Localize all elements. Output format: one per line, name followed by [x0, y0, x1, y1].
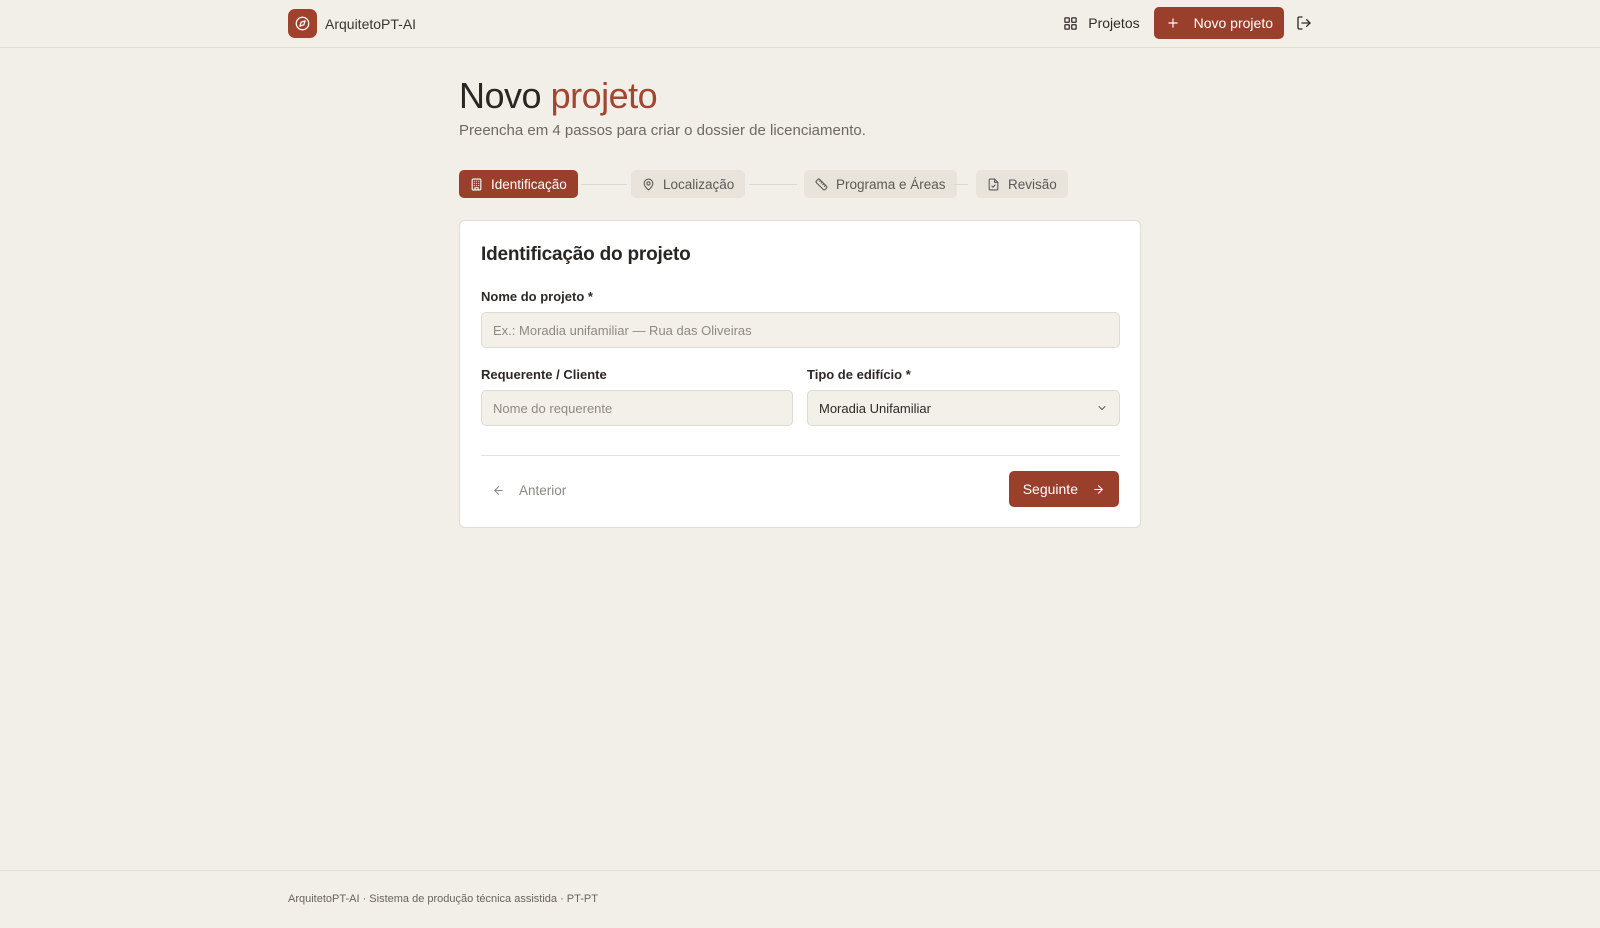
compass-icon [288, 9, 317, 38]
stepper: Identificação Localização Programa e Áre… [459, 170, 1141, 198]
step-connector [581, 184, 627, 185]
project-name-input[interactable]: Ex.: Moradia unifamiliar — Rua das Olive… [481, 312, 1120, 348]
building-type-label: Tipo de edifício * [807, 367, 911, 382]
step-localizacao[interactable]: Localização [631, 170, 746, 198]
new-project-button[interactable]: Novo projeto [1153, 7, 1284, 39]
header-actions: Projetos Novo projeto [1063, 7, 1312, 39]
nav-projects-label: Projetos [1088, 15, 1140, 31]
step-programa-areas[interactable]: Programa e Áreas [804, 170, 957, 198]
building-type-select[interactable]: Moradia Unifamiliar [807, 390, 1120, 426]
new-project-label: Novo projeto [1193, 15, 1273, 31]
ruler-icon [815, 178, 828, 191]
client-placeholder: Nome do requerente [493, 400, 613, 416]
arrow-left-icon [492, 484, 505, 497]
file-check-icon [987, 178, 1000, 191]
footer-text: ArquitetoPT-AI · Sistema de produção téc… [288, 893, 598, 905]
nav-projects-link[interactable]: Projetos [1063, 15, 1140, 31]
step-identificacao[interactable]: Identificação [459, 170, 578, 198]
building-type-value: Moradia Unifamiliar [819, 400, 931, 416]
page-title-accent: projeto [550, 75, 658, 116]
page-subtitle: Preencha em 4 passos para criar o dossie… [459, 122, 866, 139]
step-label: Programa e Áreas [836, 176, 946, 192]
form-card: Identificação do projeto Nome do projeto… [459, 220, 1141, 528]
project-name-label: Nome do projeto * [481, 289, 593, 304]
arrow-right-icon [1092, 483, 1105, 496]
next-button[interactable]: Seguinte [1008, 471, 1119, 507]
step-label: Localização [663, 176, 735, 192]
client-label: Requerente / Cliente [481, 367, 607, 382]
step-connector [749, 184, 797, 185]
step-label: Revisão [1008, 176, 1057, 192]
step-revisao[interactable]: Revisão [976, 170, 1068, 198]
brand-name: ArquitetoPT-AI [325, 15, 417, 32]
chevron-down-icon [1096, 402, 1108, 414]
section-title: Identificação do projeto [481, 244, 691, 265]
footer: ArquitetoPT-AI · Sistema de produção téc… [0, 870, 1600, 928]
page-title-main: Novo [459, 75, 542, 116]
brand[interactable]: ArquitetoPT-AI [288, 9, 416, 38]
building-icon [470, 178, 483, 191]
previous-button[interactable]: Anterior [492, 473, 566, 507]
project-name-placeholder: Ex.: Moradia unifamiliar — Rua das Olive… [493, 322, 752, 338]
next-label: Seguinte [1022, 481, 1078, 497]
step-label: Identificação [491, 176, 567, 192]
top-navigation-bar: ArquitetoPT-AI Projetos Novo projeto [0, 0, 1600, 48]
previous-label: Anterior [519, 482, 567, 498]
main-content: Novo projeto Preencha em 4 passos para c… [459, 74, 1141, 528]
page-title: Novo projeto [459, 74, 1141, 118]
grid-icon [1063, 16, 1078, 31]
client-input[interactable]: Nome do requerente [481, 390, 793, 426]
log-out-icon [1296, 15, 1312, 31]
plus-icon [1166, 16, 1180, 30]
form-divider [481, 455, 1120, 456]
step-connector [954, 184, 968, 185]
logout-button[interactable] [1296, 15, 1312, 31]
map-pin-icon [642, 178, 655, 191]
